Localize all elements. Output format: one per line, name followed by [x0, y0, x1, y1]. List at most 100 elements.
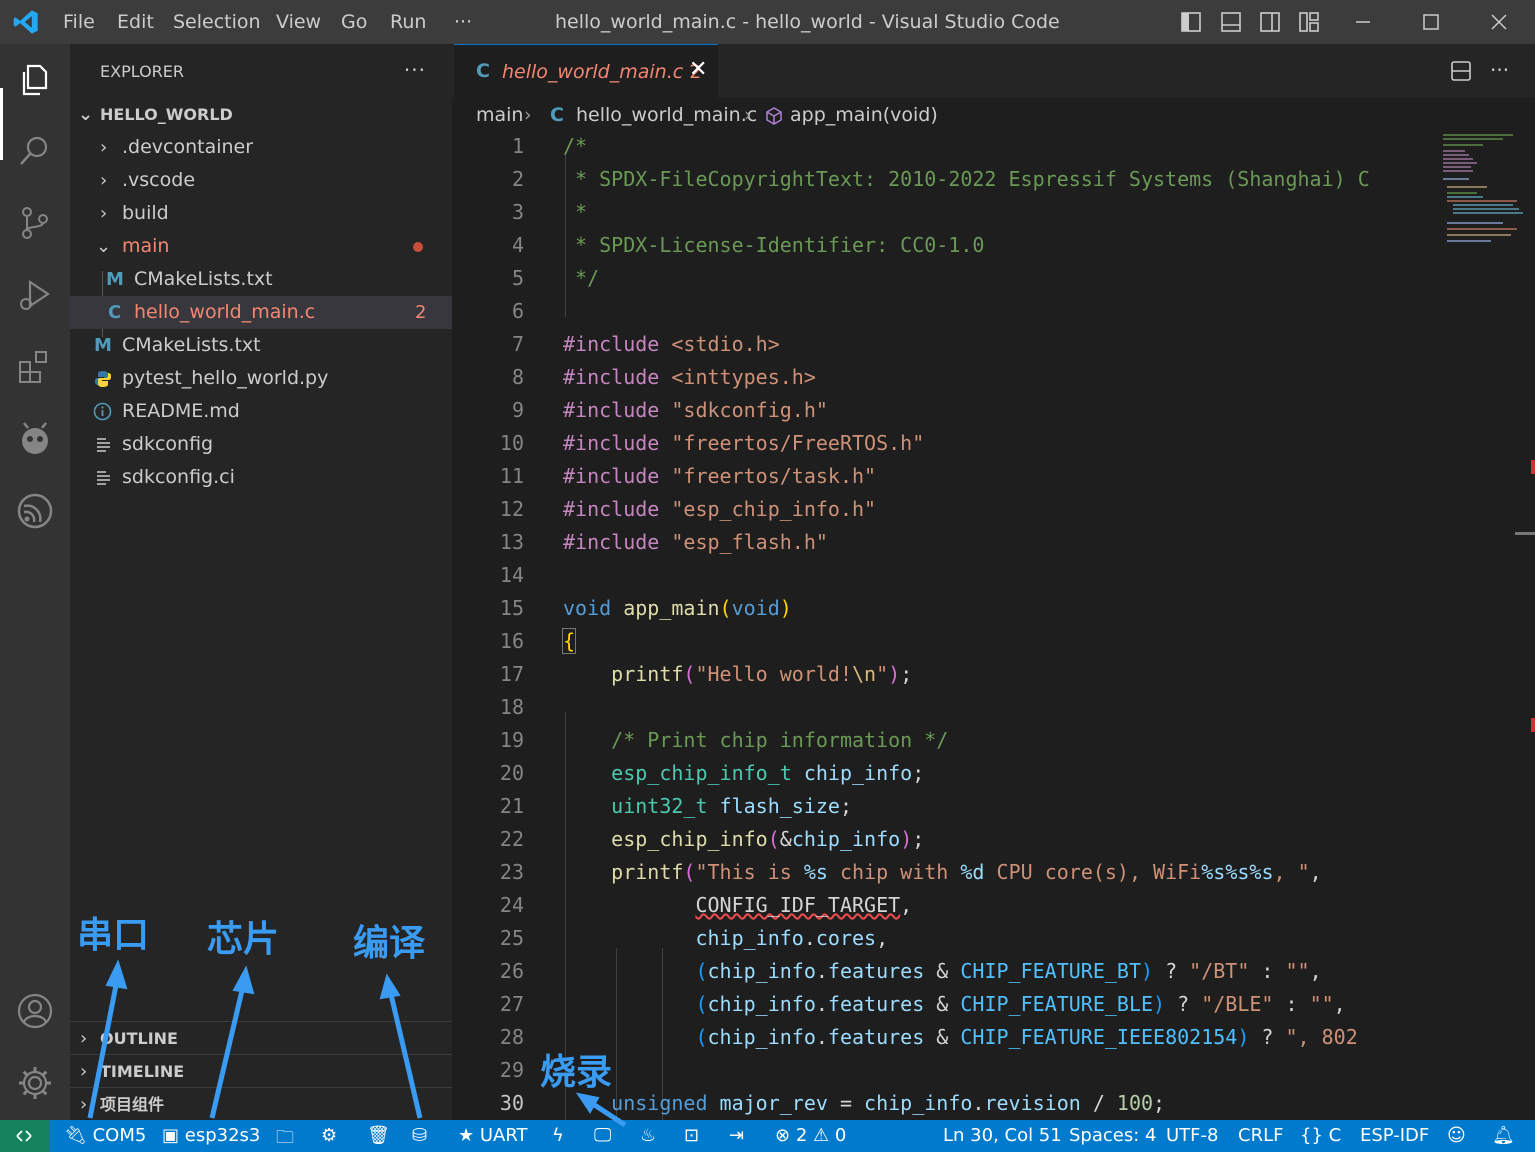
minimize-icon[interactable]	[1352, 11, 1374, 33]
flash-method-selector[interactable]: ★ UART	[458, 1125, 528, 1146]
tree-file-pytest[interactable]: pytest_hello_world.py	[70, 362, 452, 395]
open-project-folder-button[interactable]: 🗀	[276, 1125, 294, 1152]
chip-icon: ▣	[162, 1125, 180, 1146]
cursor-position[interactable]: Ln 30, Col 51	[943, 1125, 1062, 1146]
tree-file-cmakelists-main[interactable]: M CMakeLists.txt	[70, 263, 452, 296]
split-editor-icon[interactable]	[1450, 60, 1472, 82]
tree-folder-build[interactable]: › build	[70, 197, 452, 230]
serial-port-selector[interactable]: 🔌︎ COM5	[64, 1125, 146, 1146]
extensions-icon[interactable]	[16, 348, 54, 386]
tree-item-label: build	[122, 202, 169, 224]
section-timeline[interactable]: › TIMELINE	[70, 1054, 452, 1087]
tree-folder-devcontainer[interactable]: › .devcontainer	[70, 131, 452, 164]
breadcrumb: main › C hello_world_main.c › app_main(v…	[452, 98, 1535, 134]
info-icon	[93, 402, 112, 421]
editor-more-actions[interactable]: ···	[1490, 58, 1509, 82]
source-control-icon[interactable]	[16, 204, 54, 242]
run-debug-icon[interactable]	[16, 276, 54, 314]
full-clean-button[interactable]: 🗑︎	[367, 1125, 390, 1146]
section-label: 项目组件	[100, 1095, 165, 1114]
monitor-button[interactable]: 🖵	[594, 1125, 611, 1146]
menu-selection[interactable]: Selection	[173, 11, 261, 33]
title-bar: File Edit Selection View Go Run ··· hell…	[0, 0, 1535, 44]
code-editor[interactable]: 1/* 2 * SPDX-FileCopyrightText: 2010-202…	[452, 132, 1452, 1152]
toggle-panel-icon[interactable]	[1220, 11, 1242, 33]
cmake-file-icon: M	[94, 335, 112, 356]
sdk-config-button[interactable]: ⚙	[321, 1125, 337, 1146]
remote-indicator[interactable]	[0, 1120, 50, 1152]
c-file-icon: C	[550, 104, 564, 126]
breadcrumb-file[interactable]: hello_world_main.c	[576, 104, 757, 126]
remote-icon	[16, 1130, 32, 1142]
workspace-root[interactable]: ⌄ HELLO_WORLD	[70, 98, 452, 131]
chip-target-selector[interactable]: ▣ esp32s3	[162, 1125, 260, 1146]
notifications-bell-icon[interactable]: 🔔︎	[1492, 1125, 1515, 1146]
tab-hello-world-main[interactable]: C hello_world_main.c 2 ✕	[454, 44, 718, 98]
section-outline[interactable]: › OUTLINE	[70, 1021, 452, 1054]
tree-folder-main[interactable]: ⌄ main	[70, 230, 452, 263]
run-action-button[interactable]: ⇥	[729, 1125, 744, 1146]
breadcrumb-symbol[interactable]: app_main(void)	[790, 104, 938, 126]
flash-button[interactable]: ϟ	[552, 1125, 564, 1146]
tree-item-label: .devcontainer	[122, 136, 254, 158]
explorer-title: EXPLORER	[100, 62, 184, 81]
toggle-secondary-sidebar-icon[interactable]	[1259, 11, 1281, 33]
minimap[interactable]	[1435, 132, 1535, 1120]
build-flash-monitor-button[interactable]: ♨	[640, 1125, 656, 1146]
c-file-icon: C	[476, 60, 490, 82]
function-symbol-icon	[766, 107, 782, 125]
annotation-flash: 烧录	[540, 1052, 613, 1093]
tree-item-label: hello_world_main.c	[134, 301, 316, 323]
tree-item-label: sdkconfig	[122, 433, 214, 455]
tree-file-sdkconfig-ci[interactable]: sdkconfig.ci	[70, 461, 452, 494]
feedback-icon[interactable]: ☺	[1447, 1125, 1466, 1146]
tree-file-hello-world-main[interactable]: C hello_world_main.c 2	[70, 296, 452, 329]
settings-gear-icon[interactable]	[16, 1064, 54, 1102]
chevron-right-icon: ›	[80, 1061, 88, 1082]
plug-icon: 🔌︎	[64, 1125, 87, 1146]
folder-icon: 🗀	[276, 1127, 294, 1148]
problems-indicator[interactable]: ⊗ 2 ⚠ 0	[775, 1125, 846, 1146]
python-file-icon	[95, 371, 111, 387]
tree-item-label: CMakeLists.txt	[122, 334, 261, 356]
tree-file-cmakelists-root[interactable]: M CMakeLists.txt	[70, 329, 452, 362]
chevron-right-icon: ›	[524, 104, 532, 126]
esp-idf-status[interactable]: ESP-IDF	[1360, 1125, 1429, 1146]
end-of-line[interactable]: CRLF	[1238, 1125, 1283, 1146]
section-project-components[interactable]: › 项目组件	[70, 1087, 452, 1120]
language-mode[interactable]: {} C	[1300, 1125, 1341, 1146]
flame-icon: ♨	[640, 1125, 657, 1146]
tree-folder-vscode[interactable]: › .vscode	[70, 164, 452, 197]
indentation[interactable]: Spaces: 4	[1069, 1125, 1156, 1146]
menu-edit[interactable]: Edit	[117, 11, 154, 33]
problem-count-badge: 2	[415, 302, 427, 323]
menu-more[interactable]: ···	[454, 11, 472, 33]
explorer-icon[interactable]	[16, 60, 54, 98]
accounts-icon[interactable]	[16, 992, 54, 1030]
build-button[interactable]: ⛁	[412, 1125, 427, 1146]
platformio-icon[interactable]	[16, 420, 54, 458]
tree-item-label: pytest_hello_world.py	[122, 367, 329, 389]
menu-file[interactable]: File	[63, 11, 95, 33]
breadcrumb-folder[interactable]: main	[476, 104, 523, 126]
tree-file-readme[interactable]: README.md	[70, 395, 452, 428]
error-icon: ⊗	[775, 1125, 791, 1146]
menu-go[interactable]: Go	[341, 11, 367, 33]
maximize-icon[interactable]	[1420, 11, 1442, 33]
config-file-icon	[97, 471, 110, 485]
toggle-primary-sidebar-icon[interactable]	[1180, 11, 1202, 33]
close-tab-icon[interactable]: ✕	[689, 57, 707, 82]
customize-layout-icon[interactable]	[1298, 11, 1320, 33]
tree-file-sdkconfig[interactable]: sdkconfig	[70, 428, 452, 461]
encoding[interactable]: UTF-8	[1166, 1125, 1218, 1146]
modified-dot-icon	[413, 242, 423, 252]
espressif-icon[interactable]	[16, 492, 54, 530]
search-icon[interactable]	[16, 132, 54, 170]
star-icon: ★	[458, 1125, 475, 1146]
close-window-icon[interactable]	[1488, 11, 1510, 33]
terminal-button[interactable]: ⊡	[684, 1125, 699, 1146]
menu-run[interactable]: Run	[390, 11, 426, 33]
menu-view[interactable]: View	[276, 11, 321, 33]
explorer-more-actions[interactable]: ···	[404, 58, 426, 82]
chevron-right-icon: ›	[100, 137, 108, 158]
